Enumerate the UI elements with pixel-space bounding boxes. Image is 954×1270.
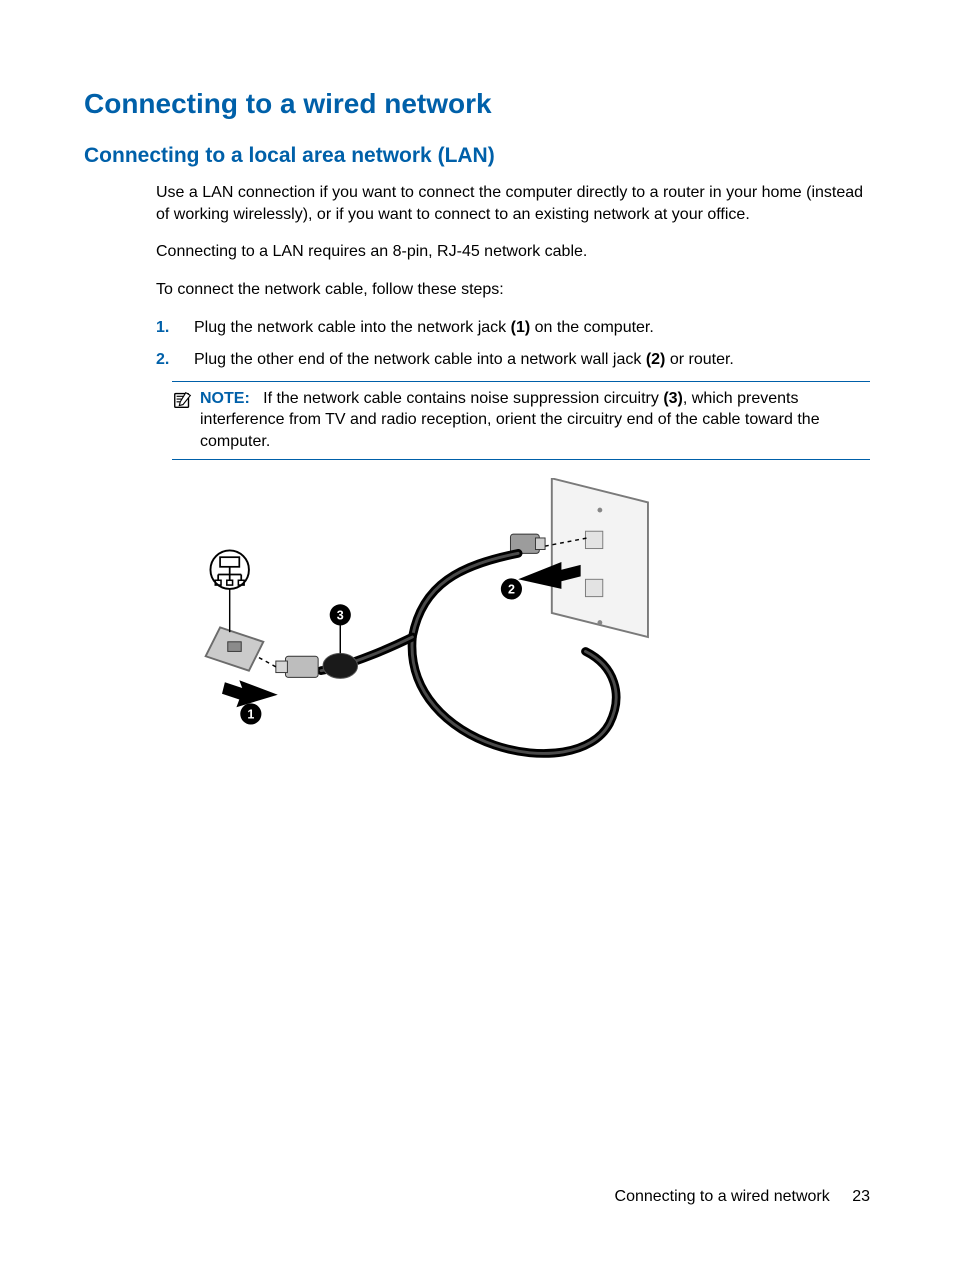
figure-network-cable: 2 3 [172,478,870,801]
ferrite-icon [323,653,358,678]
callout-1-icon: 1 [240,703,261,724]
svg-text:2: 2 [508,582,515,596]
document-page: Connecting to a wired network Connecting… [0,0,954,1270]
rj45-plug-computer-icon [276,656,318,677]
steps-list: Plug the network cable into the network … [156,316,870,370]
note-label: NOTE: [200,390,250,407]
step-text-post: on the computer. [530,319,654,336]
step-text-pre: Plug the other end of the network cable … [194,351,646,368]
note-icon [172,389,194,411]
footer-section-title: Connecting to a wired network [615,1188,830,1205]
note-bold: (3) [663,390,683,407]
step-text-post: or router. [665,351,733,368]
network-symbol-icon [210,550,248,588]
step-item: Plug the network cable into the network … [156,316,870,339]
computer-jack-icon [206,627,264,670]
footer-page-number: 23 [852,1188,870,1205]
intro-paragraph-1: Use a LAN connection if you want to conn… [156,182,870,225]
intro-paragraph-3: To connect the network cable, follow the… [156,279,870,301]
step-text-bold: (2) [646,351,666,368]
arrow-1-icon [222,680,278,707]
body-content: Use a LAN connection if you want to conn… [156,182,870,801]
wall-plate-icon [552,478,648,637]
note-callout: NOTE: If the network cable contains nois… [172,381,870,460]
heading-2: Connecting to a local area network (LAN) [84,144,870,168]
page-footer: Connecting to a wired network 23 [615,1188,870,1206]
heading-1: Connecting to a wired network [84,88,870,120]
svg-text:3: 3 [337,608,344,622]
note-text: NOTE: If the network cable contains nois… [200,388,870,453]
step-item: Plug the other end of the network cable … [156,348,870,371]
note-pre: If the network cable contains noise supp… [263,390,663,407]
step-text-bold: (1) [511,319,531,336]
intro-paragraph-2: Connecting to a LAN requires an 8-pin, R… [156,241,870,263]
callout-2-icon: 2 [501,578,522,599]
step-text-pre: Plug the network cable into the network … [194,319,511,336]
callout-3-icon: 3 [330,604,351,625]
svg-text:1: 1 [247,707,254,721]
